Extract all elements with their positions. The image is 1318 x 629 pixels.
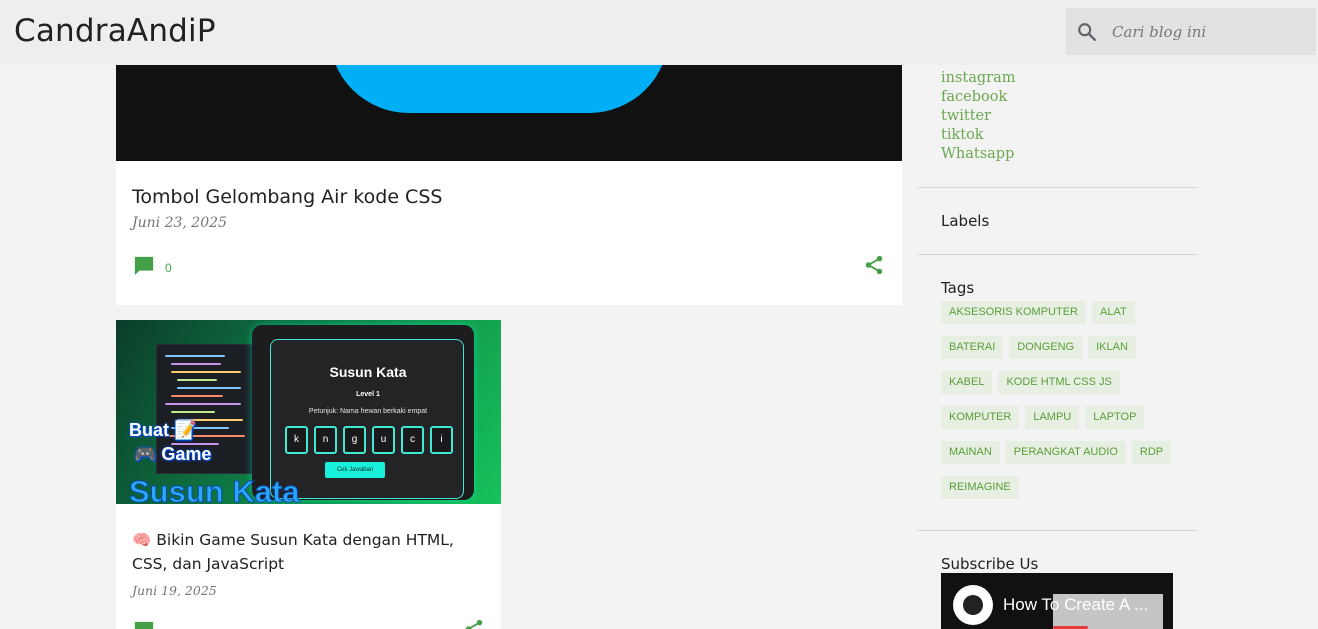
game-level: Level 1 xyxy=(356,391,380,398)
tag-item[interactable]: LAPTOP xyxy=(1085,406,1145,429)
tag-item[interactable]: KABEL xyxy=(941,371,993,394)
thumbnail-caption: 🎮 Game xyxy=(134,444,212,464)
thumbnail-caption: Susun Kata xyxy=(129,474,301,505)
labels-heading: Labels xyxy=(941,212,990,230)
tag-item[interactable]: KODE HTML CSS JS xyxy=(998,371,1120,394)
post-date: Juni 19, 2025 xyxy=(132,583,217,598)
social-link-whatsapp[interactable]: Whatsapp xyxy=(941,145,1016,164)
post-title[interactable]: 🧠 Bikin Game Susun Kata dengan HTML, CSS… xyxy=(132,528,487,576)
share-icon[interactable] xyxy=(863,254,885,276)
header-bar: CandraAndiP xyxy=(0,0,1318,65)
comment-icon[interactable] xyxy=(133,255,155,277)
search-icon[interactable] xyxy=(1076,21,1098,43)
letter-tile: k xyxy=(285,426,308,454)
youtube-video-embed[interactable]: How To Create A ... xyxy=(941,573,1173,629)
post-title[interactable]: Tombol Gelombang Air kode CSS xyxy=(132,186,442,208)
divider xyxy=(917,530,1197,531)
share-icon[interactable] xyxy=(463,618,485,629)
game-title: Susun Kata xyxy=(329,364,407,380)
social-link-instagram[interactable]: instagram xyxy=(941,69,1016,88)
letter-tile: u xyxy=(372,426,395,454)
tags-heading: Tags xyxy=(941,279,975,297)
social-links: instagram facebook twitter tiktok Whatsa… xyxy=(941,69,1016,164)
thumbnail-caption: Buat 📝 xyxy=(129,420,197,440)
divider xyxy=(917,254,1197,255)
letter-tile: g xyxy=(343,426,366,454)
tag-item[interactable]: AKSESORIS KOMPUTER xyxy=(941,301,1086,324)
tag-item[interactable]: IKLAN xyxy=(1088,336,1136,359)
comment-count[interactable]: 0 xyxy=(165,261,172,275)
title-emoji: 🧠 xyxy=(132,531,152,549)
post-card: Susun Kata Level 1 Petunjuk: Nama hewan … xyxy=(116,320,501,629)
social-link-twitter[interactable]: twitter xyxy=(941,107,1016,126)
tag-item[interactable]: KOMPUTER xyxy=(941,406,1020,429)
post-thumbnail[interactable]: Susun Kata Level 1 Petunjuk: Nama hewan … xyxy=(116,320,501,504)
game-hint: Petunjuk: Nama hewan berkaki empat xyxy=(308,408,428,415)
letter-tile: i xyxy=(430,426,453,454)
channel-logo-icon[interactable] xyxy=(953,585,993,625)
tag-item[interactable]: RDP xyxy=(1131,441,1172,464)
search-input[interactable] xyxy=(1112,8,1307,55)
tag-item[interactable]: MAINAN xyxy=(941,441,1000,464)
social-link-tiktok[interactable]: tiktok xyxy=(941,126,1016,145)
letter-tile: c xyxy=(401,426,424,454)
check-answer-button: Cek Jawaban xyxy=(325,462,385,478)
video-title[interactable]: How To Create A ... xyxy=(1003,595,1148,615)
tag-item[interactable]: DONGENG xyxy=(1009,336,1083,359)
social-link-facebook[interactable]: facebook xyxy=(941,88,1016,107)
comment-icon[interactable] xyxy=(133,620,155,629)
tag-item[interactable]: ALAT xyxy=(1091,301,1135,324)
post-title-text[interactable]: Bikin Game Susun Kata dengan HTML, CSS, … xyxy=(132,531,454,573)
site-title[interactable]: CandraAndiP xyxy=(14,13,216,49)
divider xyxy=(917,187,1197,188)
post-date: Juni 23, 2025 xyxy=(132,215,227,231)
tag-item[interactable]: BATERAI xyxy=(941,336,1004,359)
subscribe-heading: Subscribe Us xyxy=(941,555,1039,573)
search-box[interactable] xyxy=(1066,8,1316,55)
tag-cloud: AKSESORIS KOMPUTER ALAT BATERAI DONGENG IKL… xyxy=(941,301,1191,511)
letter-tile: n xyxy=(314,426,337,454)
tag-item[interactable]: REIMAGINE xyxy=(941,476,1019,499)
tag-item[interactable]: LAMPU xyxy=(1025,406,1080,429)
tag-item[interactable]: PERANGKAT AUDIO xyxy=(1005,441,1126,464)
